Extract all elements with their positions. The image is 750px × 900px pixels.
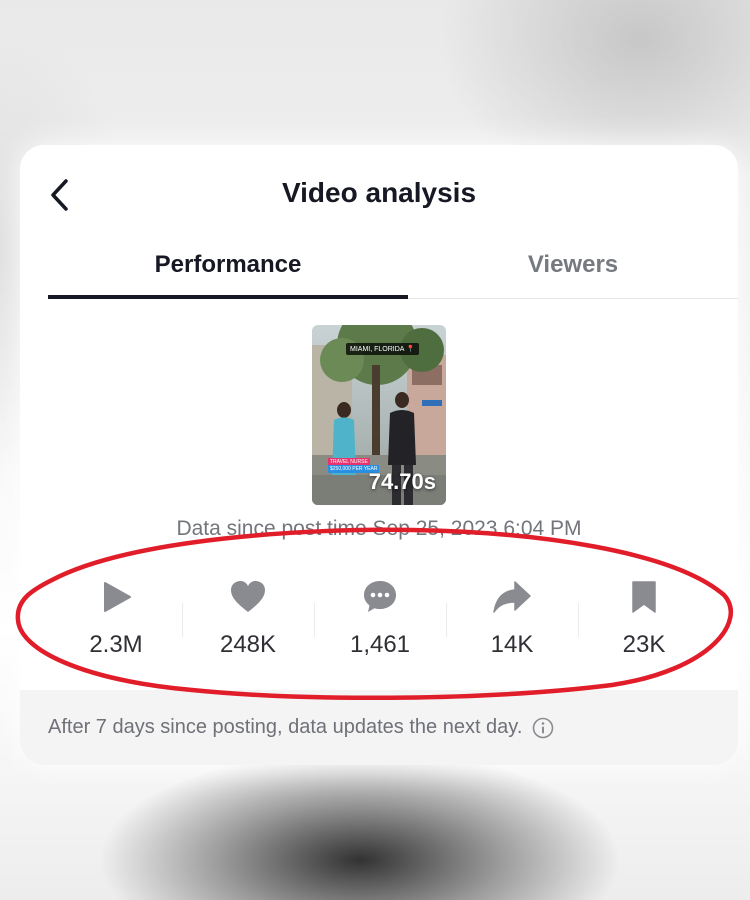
stat-views: 2.3M [50, 573, 182, 673]
play-icon [104, 582, 131, 612]
stat-likes: 248K [182, 573, 314, 673]
video-duration: 74.70s [368, 469, 436, 494]
tab-performance[interactable]: Performance [48, 240, 408, 299]
share-icon [493, 581, 531, 613]
video-thumbnail[interactable]: MIAMI, FLORIDA 📍 TRAVEL NURSE $250,000 P… [312, 325, 446, 505]
tab-viewers[interactable]: Viewers [408, 240, 738, 298]
data-since-text: Data since post time Sep 25, 2023 6:04 P… [176, 517, 582, 540]
info-icon[interactable] [532, 717, 554, 739]
stat-saves: 23K [578, 573, 710, 673]
stat-comments: 1,461 [314, 573, 446, 673]
heart-icon [231, 581, 265, 612]
tab-bar: Performance Viewers [48, 240, 738, 299]
saves-count: 23K [622, 631, 666, 658]
bookmark-icon [632, 581, 656, 613]
views-count: 2.3M [89, 631, 143, 658]
likes-count: 248K [219, 631, 277, 658]
comment-icon [364, 581, 396, 612]
footer-note: After 7 days since posting, data updates… [20, 690, 738, 765]
stats-row: 2.3M 248K 1,461 14K 23K [50, 573, 710, 673]
page-title: Video analysis [281, 177, 477, 208]
shares-count: 14K [490, 631, 534, 658]
update-note-text: After 7 days since posting, data updates… [48, 716, 523, 738]
location-tag: MIAMI, FLORIDA 📍 [346, 343, 419, 355]
video-analysis-card: Video analysis Performance Viewers MIAMI… [20, 145, 738, 765]
stat-shares: 14K [446, 573, 578, 673]
comments-count: 1,461 [349, 631, 411, 658]
